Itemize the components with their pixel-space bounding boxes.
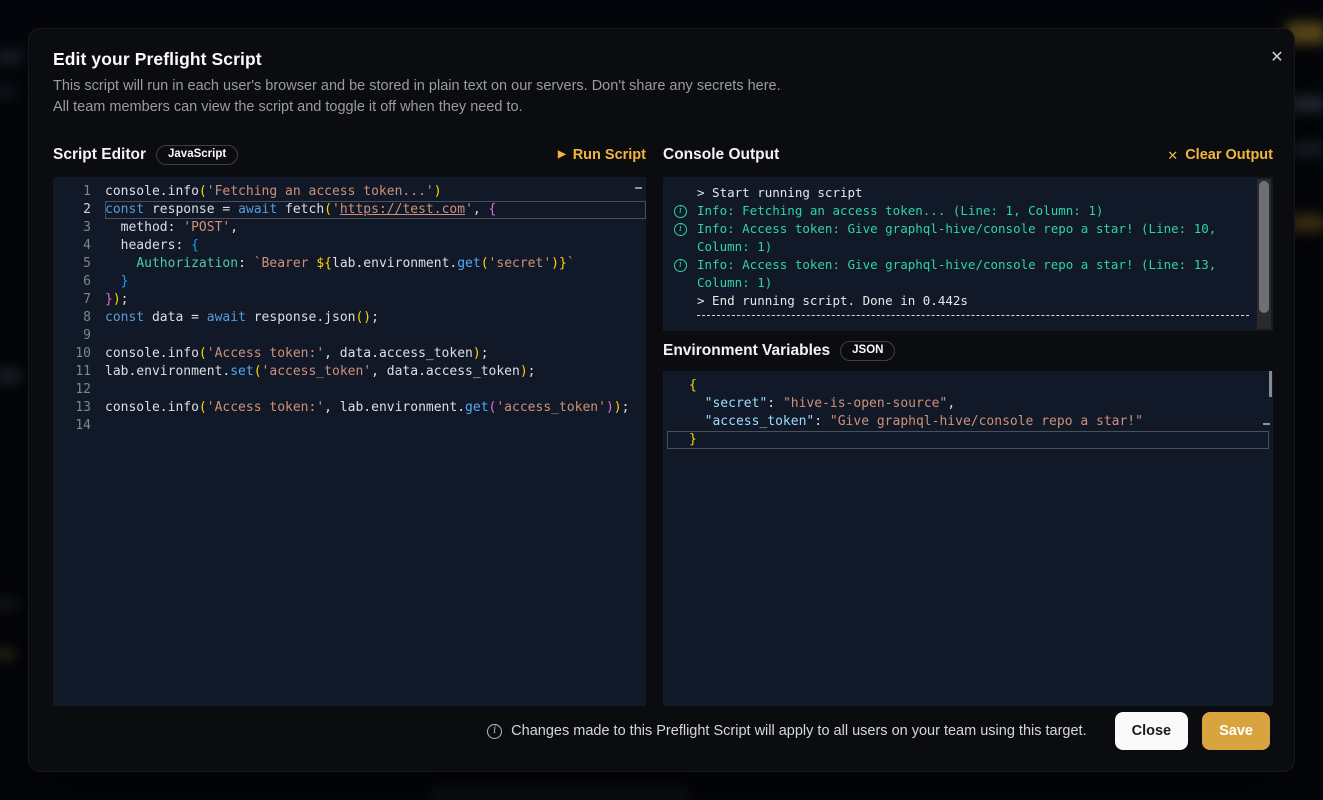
console-separator	[697, 315, 1249, 316]
info-icon: i	[674, 223, 687, 236]
code-line[interactable]: 2 const response = await fetch('https://t…	[53, 201, 646, 219]
line-number: 13	[53, 399, 91, 417]
footer-note-text: Changes made to this Preflight Script wi…	[511, 723, 1086, 739]
console-entry: i Info: Access token: Give graphql-hive/c…	[667, 220, 1253, 256]
console-entry: > Start running script	[667, 184, 1253, 202]
line-content: Authorization: `Bearer ${lab.environment…	[105, 255, 646, 273]
line-content	[105, 327, 646, 345]
line-content: });	[105, 291, 646, 309]
line-content: headers: {	[105, 237, 646, 255]
code-line[interactable]: }	[663, 431, 1273, 449]
code-line[interactable]: 12	[53, 381, 646, 399]
play-icon: ▶	[558, 150, 566, 160]
backdrop-blob	[0, 50, 24, 64]
line-content: console.info('Access token:', data.acces…	[105, 345, 646, 363]
scrollbar-mark	[1269, 371, 1272, 397]
line-number: 12	[53, 381, 91, 399]
environment-variables-editor[interactable]: { "secret": "hive-is-open-source", "acce…	[663, 371, 1273, 706]
script-editor[interactable]: 1 console.info('Fetching an access token.…	[53, 177, 646, 706]
line-content: }	[105, 273, 646, 291]
line-content: const data = await response.json();	[105, 309, 646, 327]
code-line[interactable]: "access_token": "Give graphql-hive/conso…	[663, 413, 1273, 431]
scrollbar-mark	[635, 187, 642, 189]
clear-output-button[interactable]: ✕ Clear Output	[1167, 147, 1273, 163]
console-entry-text: > Start running script	[697, 185, 863, 200]
console-scrollbar-thumb[interactable]	[1259, 181, 1269, 313]
run-script-label: Run Script	[573, 147, 646, 163]
console-entry-text: Info: Access token: Give graphql-hive/co…	[697, 221, 1216, 254]
code-line[interactable]: 9	[53, 327, 646, 345]
line-content: }	[667, 431, 1269, 449]
line-content: console.info('Access token:', lab.enviro…	[105, 399, 646, 417]
line-content	[105, 417, 646, 435]
clear-output-label: Clear Output	[1185, 147, 1273, 163]
line-number: 8	[53, 309, 91, 327]
code-line[interactable]: 6 }	[53, 273, 646, 291]
backdrop-blob	[0, 86, 18, 98]
code-line[interactable]: 7});	[53, 291, 646, 309]
line-content: console.info('Fetching an access token..…	[105, 183, 646, 201]
console-entry: > End running script. Done in 0.442s	[667, 292, 1253, 310]
console-scrollbar[interactable]	[1257, 179, 1271, 329]
scrollbar-mark	[1263, 423, 1270, 425]
line-number: 5	[53, 255, 91, 273]
line-content: lab.environment.set('access_token', data…	[105, 363, 646, 381]
code-line[interactable]: "secret": "hive-is-open-source",	[663, 395, 1273, 413]
console-entry-text: Info: Access token: Give graphql-hive/co…	[697, 257, 1216, 290]
backdrop-blob	[430, 788, 690, 798]
code-line[interactable]: 3 method: 'POST',	[53, 219, 646, 237]
script-editor-code: 1 console.info('Fetching an access token.…	[53, 177, 646, 435]
console-entry: i Info: Access token: Give graphql-hive/c…	[667, 256, 1253, 292]
info-icon: i	[487, 724, 502, 739]
backdrop-blob	[0, 368, 22, 384]
clear-icon: ✕	[1167, 149, 1178, 162]
code-line[interactable]: 5 Authorization: `Bearer ${lab.environme…	[53, 255, 646, 273]
description-line-1: This script will run in each user's brow…	[53, 78, 781, 94]
line-content: "secret": "hive-is-open-source",	[689, 395, 1273, 413]
console-entry-text: Info: Fetching an access token... (Line:…	[697, 203, 1103, 218]
code-line[interactable]: {	[663, 377, 1273, 395]
line-content	[105, 381, 646, 399]
close-icon[interactable]: ✕	[1265, 45, 1289, 69]
json-badge: JSON	[840, 341, 895, 362]
line-number: 14	[53, 417, 91, 435]
line-content: const response = await fetch('https://te…	[105, 201, 646, 219]
code-line[interactable]: 10 console.info('Access token:', data.acc…	[53, 345, 646, 363]
save-button[interactable]: Save	[1202, 712, 1270, 750]
environment-variables-code: { "secret": "hive-is-open-source", "acce…	[663, 371, 1273, 449]
line-number: 9	[53, 327, 91, 345]
code-line[interactable]: 4 headers: {	[53, 237, 646, 255]
code-line[interactable]: 8 const data = await response.json();	[53, 309, 646, 327]
console-output-body: > Start running script i Info: Fetching an…	[663, 177, 1273, 316]
line-number: 3	[53, 219, 91, 237]
console-entry: i Info: Fetching an access token... (Line…	[667, 202, 1253, 220]
line-number: 7	[53, 291, 91, 309]
line-content: {	[689, 377, 1273, 395]
code-line[interactable]: 13 console.info('Access token:', lab.envi…	[53, 399, 646, 417]
line-number: 1	[53, 183, 91, 201]
code-line[interactable]: 1 console.info('Fetching an access token.…	[53, 183, 646, 201]
page-title: Edit your Preflight Script	[53, 49, 262, 70]
description-line-2: All team members can view the script and…	[53, 99, 523, 115]
line-number: 6	[53, 273, 91, 291]
code-line[interactable]: 14	[53, 417, 646, 435]
footer-note: i Changes made to this Preflight Script …	[487, 723, 1086, 739]
console-entry-text: > End running script. Done in 0.442s	[697, 293, 968, 308]
line-content: method: 'POST',	[105, 219, 646, 237]
line-content: "access_token": "Give graphql-hive/conso…	[689, 413, 1273, 431]
line-number: 11	[53, 363, 91, 381]
info-icon: i	[674, 205, 687, 218]
line-number: 10	[53, 345, 91, 363]
close-button[interactable]: Close	[1115, 712, 1189, 750]
line-number: 4	[53, 237, 91, 255]
console-output: > Start running script i Info: Fetching an…	[663, 177, 1273, 331]
environment-variables-title: Environment Variables	[663, 342, 830, 360]
info-icon: i	[674, 259, 687, 272]
run-script-button[interactable]: ▶ Run Script	[558, 147, 646, 163]
preflight-script-modal: ✕ Edit your Preflight Script This script…	[28, 28, 1295, 772]
backdrop-blob	[0, 648, 16, 660]
backdrop-blob	[0, 598, 20, 610]
line-number: 2	[53, 201, 91, 219]
code-line[interactable]: 11 lab.environment.set('access_token', da…	[53, 363, 646, 381]
